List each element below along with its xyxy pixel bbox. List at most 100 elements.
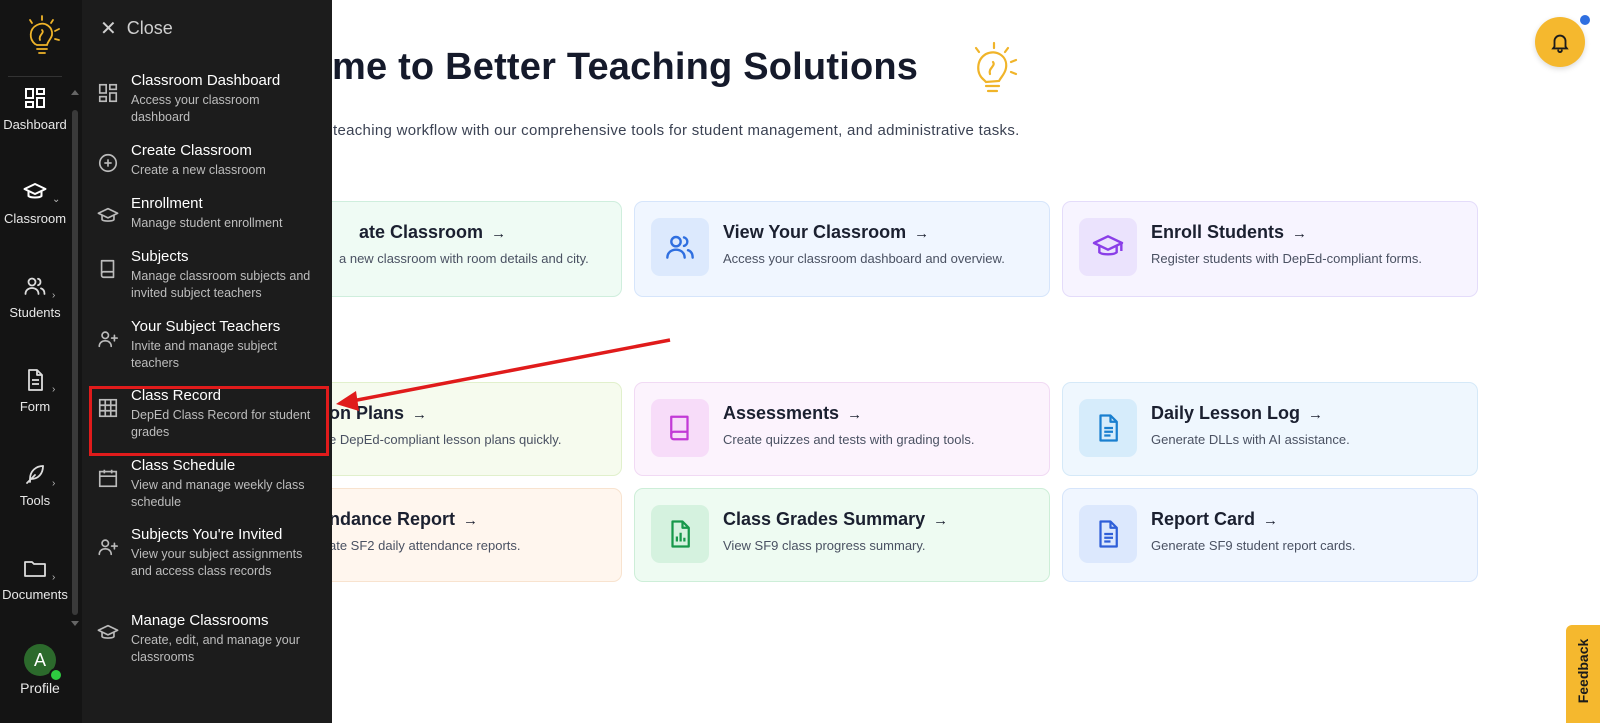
folder-icon (24, 561, 46, 577)
card-description: Access your classroom dashboard and over… (723, 251, 1005, 266)
scroll-up-icon[interactable] (71, 90, 79, 95)
card-title: ndance Report (329, 509, 456, 529)
chevron-right-icon: › (52, 572, 56, 583)
arrow-right-icon: → (1263, 512, 1279, 529)
menu-item-description: Manage classroom subjects and invited su… (131, 269, 311, 300)
card-description: View SF9 class progress summary. (723, 538, 926, 553)
rail-item-label: Documents (2, 587, 68, 602)
scrollbar[interactable] (72, 110, 78, 615)
menu-item-title: Create Classroom (131, 142, 252, 159)
chevron-right-icon: › (52, 290, 56, 301)
annotation-highlight-box (89, 386, 329, 456)
file-text-icon (1079, 399, 1137, 457)
lightbulb-logo-icon[interactable] (22, 14, 62, 60)
close-button[interactable]: ✕ Close (100, 16, 173, 41)
lightbulb-icon (974, 41, 1018, 93)
graduation-cap-icon (97, 624, 119, 639)
scroll-down-icon[interactable] (71, 621, 79, 626)
chevron-right-icon: › (52, 478, 56, 489)
menu-item-manage-classrooms[interactable]: Manage Classrooms Create, edit, and mana… (82, 612, 332, 668)
user-plus-icon (98, 539, 118, 556)
card-description: a new classroom with room details and ci… (339, 251, 589, 266)
dashboard-icon (25, 88, 45, 108)
menu-item-description: Create, edit, and manage your classrooms (131, 633, 300, 664)
chevron-down-icon: ⌄ (52, 194, 61, 205)
card-title: Class Grades Summary (723, 509, 926, 529)
card-description: Generate SF9 student report cards. (1151, 538, 1356, 553)
rail-item-form[interactable]: › Form (0, 368, 70, 414)
page-subtitle: teaching workflow with our comprehensive… (333, 122, 1020, 139)
menu-item-class-schedule[interactable]: Class Schedule View and manage weekly cl… (82, 457, 332, 513)
menu-item-your-subject-teachers[interactable]: Your Subject Teachers Invite and manage … (82, 318, 332, 374)
rail-item-label: Dashboard (3, 117, 67, 132)
plus-circle-icon (98, 153, 118, 173)
arrow-right-icon: → (412, 406, 428, 423)
menu-item-description: Create a new classroom (131, 163, 266, 177)
arrow-right-icon: → (463, 512, 479, 529)
profile-label[interactable]: Profile (0, 680, 80, 696)
card-lesson-plans[interactable]: on Plans → e DepEd-compliant lesson plans… (300, 382, 622, 476)
dashboard-icon (98, 83, 118, 103)
calendar-icon (98, 469, 118, 488)
card-description: e DepEd-compliant lesson plans quickly. (329, 432, 562, 447)
arrow-right-icon: → (847, 406, 863, 423)
card-daily-lesson-log[interactable]: Daily Lesson Log → Generate DLLs with AI … (1062, 382, 1478, 476)
bell-icon (1551, 34, 1569, 53)
document-icon (28, 369, 43, 391)
card-title: Report Card (1151, 509, 1256, 529)
rail-item-students[interactable]: › Students (0, 274, 70, 320)
sidebar-rail: Dashboard ⌄ Classroom › Students › Form … (0, 0, 82, 723)
card-view-your-classroom[interactable]: View Your Classroom → Access your classro… (634, 201, 1050, 297)
menu-item-subjects[interactable]: Subjects Manage classroom subjects and i… (82, 248, 332, 304)
graduation-cap-icon (23, 183, 47, 199)
divider (8, 76, 62, 77)
notification-dot (1580, 15, 1590, 25)
menu-item-title: Subjects You're Invited (131, 526, 283, 543)
card-description: Create quizzes and tests with grading to… (723, 432, 975, 447)
close-icon: ✕ (100, 18, 117, 40)
card-title: Enroll Students (1151, 222, 1285, 242)
menu-item-classroom-dashboard[interactable]: Classroom Dashboard Access your classroo… (82, 72, 332, 128)
menu-item-title: Manage Classrooms (131, 612, 269, 629)
rail-item-label: Tools (19, 493, 51, 508)
menu-item-description: View your subject assignments and access… (131, 547, 303, 578)
rail-item-documents[interactable]: › Documents (0, 556, 70, 602)
card-description: ate SF2 daily attendance reports. (329, 538, 521, 553)
rail-item-dashboard[interactable]: Dashboard (0, 86, 70, 132)
user-plus-icon (98, 331, 118, 348)
arrow-right-icon: → (933, 512, 949, 529)
card-title: View Your Classroom (723, 222, 907, 242)
rail-item-classroom[interactable]: ⌄ Classroom (0, 180, 70, 226)
rail-item-label: Classroom (3, 211, 67, 226)
card-title: Daily Lesson Log (1151, 403, 1301, 423)
card-class-grades-summary[interactable]: Class Grades Summary → View SF9 class pro… (634, 488, 1050, 582)
card-title: on Plans (329, 403, 405, 423)
arrow-right-icon: → (1308, 406, 1324, 423)
menu-item-description: Access your classroom dashboard (131, 93, 260, 124)
card-create-classroom[interactable]: ate Classroom → a new classroom with room… (300, 201, 622, 297)
page-title: me to Better Teaching Solutions (332, 46, 919, 88)
menu-item-description: View and manage weekly class schedule (131, 478, 305, 509)
arrow-right-icon: → (491, 225, 507, 242)
rail-item-label: Form (19, 399, 51, 414)
rail-item-tools[interactable]: › Tools (0, 462, 70, 508)
menu-item-subjects-youre-invited[interactable]: Subjects You're Invited View your subjec… (82, 526, 332, 598)
notifications-button[interactable] (1535, 17, 1585, 67)
card-assessments[interactable]: Assessments → Create quizzes and tests wi… (634, 382, 1050, 476)
menu-item-create-classroom[interactable]: Create Classroom Create a new classroom (82, 142, 332, 182)
close-label: Close (126, 18, 173, 38)
card-enroll-students[interactable]: Enroll Students → Register students with … (1062, 201, 1478, 297)
menu-item-title: Your Subject Teachers (131, 318, 281, 335)
card-report-card[interactable]: Report Card → Generate SF9 student report… (1062, 488, 1478, 582)
menu-item-enrollment[interactable]: Enrollment Manage student enrollment (82, 195, 332, 235)
menu-item-title: Enrollment (131, 195, 203, 212)
file-chart-icon (651, 505, 709, 563)
card-attendance-report[interactable]: ndance Report → ate SF2 daily attendance … (300, 488, 622, 582)
book-icon (651, 399, 709, 457)
menu-item-title: Subjects (131, 248, 189, 265)
feedback-button[interactable]: Feedback (1566, 625, 1600, 723)
feedback-label: Feedback (1575, 638, 1591, 704)
graduation-cap-icon (97, 207, 119, 222)
menu-item-title: Class Schedule (131, 457, 236, 474)
file-text-icon (1079, 505, 1137, 563)
